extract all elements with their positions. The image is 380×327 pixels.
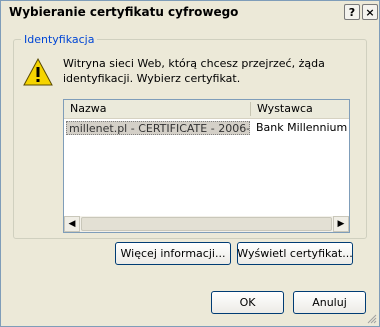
scroll-left-button[interactable]: ◀: [64, 216, 80, 232]
close-icon: ×: [365, 5, 375, 19]
resize-grip-icon[interactable]: [367, 314, 377, 324]
chevron-right-icon: ▶: [337, 219, 345, 229]
close-button[interactable]: ×: [362, 4, 378, 20]
table-row[interactable]: millenet.pl - CERTIFICATE - 2006-... Ban…: [66, 121, 347, 135]
help-button[interactable]: ?: [344, 4, 360, 20]
certificate-issuer-cell: Bank Millennium: [256, 121, 348, 134]
column-header-issuer[interactable]: Wystawca: [251, 100, 349, 118]
scroll-right-button[interactable]: ▶: [333, 216, 349, 232]
certificate-list[interactable]: Nazwa Wystawca millenet.pl - CERTIFICATE…: [63, 99, 350, 233]
horizontal-scrollbar[interactable]: ◀ ▶: [64, 216, 349, 232]
window-title: Wybieranie certyfikatu cyfrowego: [9, 5, 239, 19]
chevron-left-icon: ◀: [68, 219, 76, 229]
more-info-button[interactable]: Więcej informacji...: [115, 242, 231, 265]
group-label: Identyfikacja: [21, 33, 98, 46]
ok-button[interactable]: OK: [211, 291, 284, 314]
title-bar: Wybieranie certyfikatu cyfrowego ? ×: [1, 1, 379, 25]
scroll-thumb[interactable]: [81, 217, 332, 231]
identification-message: Witryna sieci Web, którą chcesz przejrze…: [63, 57, 325, 85]
column-header-name[interactable]: Nazwa: [64, 100, 250, 118]
certificate-name-cell: millenet.pl - CERTIFICATE - 2006-...: [66, 121, 250, 135]
help-icon: ?: [348, 5, 356, 19]
dialog-window: Wybieranie certyfikatu cyfrowego ? × Ide…: [0, 0, 380, 327]
view-certificate-button[interactable]: Wyświetl certyfikat...: [237, 242, 353, 265]
warning-icon: [23, 57, 53, 86]
list-header: Nazwa Wystawca: [64, 100, 349, 119]
cancel-button[interactable]: Anuluj: [293, 291, 366, 314]
